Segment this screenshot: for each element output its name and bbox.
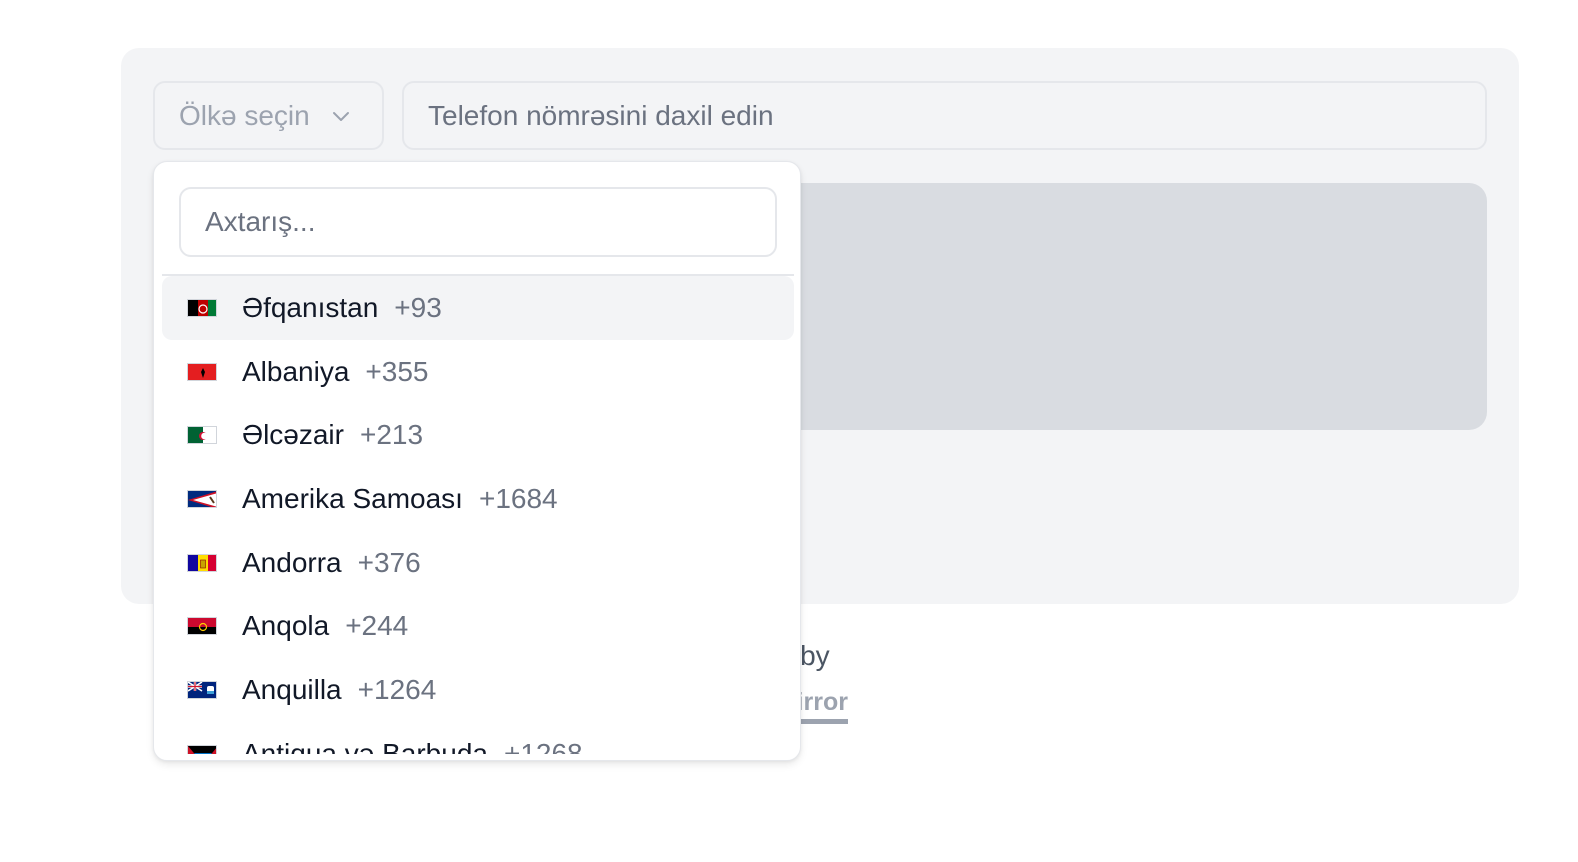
country-dropdown: Əfqanıstan +93 Albaniya +355 Əlcəzair +2… [153, 161, 801, 761]
country-name: Əlcəzair [242, 419, 344, 451]
country-code: +213 [359, 419, 424, 451]
antigua-and-barbuda-flag-icon [187, 744, 217, 754]
country-name: Antiqua və Barbuda [242, 737, 488, 754]
country-item-afghanistan[interactable]: Əfqanıstan +93 [162, 276, 794, 340]
american-samoa-flag-icon [187, 489, 217, 508]
country-name: Amerika Samoası [242, 482, 463, 514]
country-code: +93 [394, 291, 442, 323]
country-name: Anqola [242, 610, 330, 642]
afghanistan-flag-icon [187, 298, 217, 317]
country-item-algeria[interactable]: Əlcəzair +213 [162, 403, 794, 467]
country-item-anguilla[interactable]: Anquilla +1264 [162, 658, 794, 722]
country-select[interactable]: Ölkə seçin [153, 81, 384, 150]
country-code: +244 [345, 610, 409, 642]
country-item-albania[interactable]: Albaniya +355 [162, 340, 794, 404]
country-search-input[interactable] [179, 187, 777, 257]
country-name: Anquilla [242, 673, 342, 705]
country-item-andorra[interactable]: Andorra +376 [162, 531, 794, 595]
anguilla-flag-icon [187, 680, 217, 699]
country-name: Əfqanıstan [242, 291, 379, 323]
country-item-angola[interactable]: Anqola +244 [162, 594, 794, 658]
chevron-down-icon [330, 105, 352, 127]
phone-number-input[interactable] [402, 81, 1487, 150]
country-select-placeholder: Ölkə seçin [179, 99, 310, 131]
country-code: +1268 [503, 737, 583, 754]
country-code: +355 [365, 355, 429, 387]
andorra-flag-icon [187, 553, 217, 572]
country-name: Albaniya [242, 355, 350, 387]
country-item-antigua-and-barbuda[interactable]: Antiqua və Barbuda +1268 [162, 722, 794, 754]
country-name: Andorra [242, 546, 342, 578]
country-list: Əfqanıstan +93 Albaniya +355 Əlcəzair +2… [162, 276, 794, 754]
country-code: +1684 [478, 482, 558, 514]
country-code: +376 [357, 546, 421, 578]
angola-flag-icon [187, 617, 217, 636]
country-item-american-samoa[interactable]: Amerika Samoası +1684 [162, 467, 794, 531]
algeria-flag-icon [187, 426, 217, 445]
albania-flag-icon [187, 362, 217, 381]
country-code: +1264 [357, 673, 437, 705]
